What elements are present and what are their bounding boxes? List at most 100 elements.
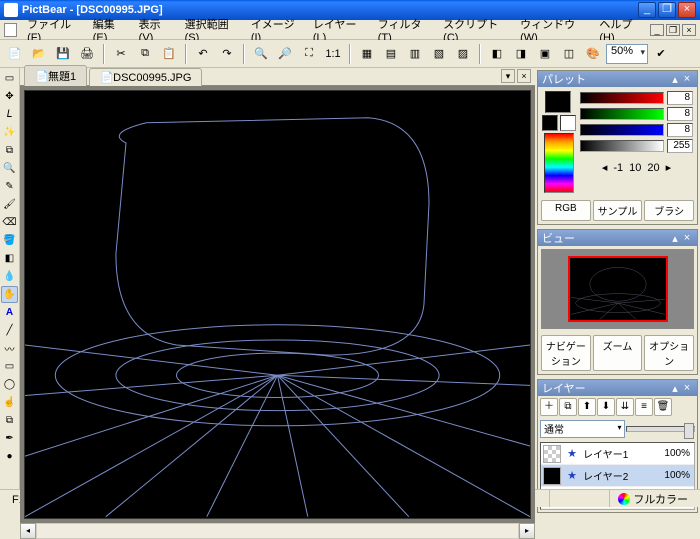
- panel-b-button[interactable]: ◨: [510, 43, 532, 65]
- fg-mini[interactable]: [542, 115, 558, 131]
- b-value[interactable]: 8: [667, 123, 693, 137]
- panel-a-button[interactable]: ◧: [486, 43, 508, 65]
- grid-e-button[interactable]: ▨: [452, 43, 474, 65]
- tool-wand[interactable]: ✨: [1, 124, 18, 141]
- opacity-slider[interactable]: [626, 426, 696, 432]
- grid-a-button[interactable]: ▦: [356, 43, 378, 65]
- tool-ellipse[interactable]: ◯: [1, 376, 18, 393]
- tool-rect[interactable]: ▭: [1, 358, 18, 375]
- close-button[interactable]: ×: [678, 2, 696, 18]
- g-slider[interactable]: [580, 108, 664, 120]
- new-button[interactable]: 📄: [4, 43, 26, 65]
- palette-tab-sample[interactable]: サンプル: [593, 200, 643, 221]
- save-button[interactable]: 💾: [52, 43, 74, 65]
- maximize-button[interactable]: ❐: [658, 2, 676, 18]
- tool-clone[interactable]: ⧉: [1, 412, 18, 429]
- r-value[interactable]: 8: [667, 91, 693, 105]
- navigator[interactable]: [541, 249, 694, 329]
- palette-min[interactable]: ▴: [669, 73, 681, 86]
- mdi-minimize[interactable]: _: [650, 24, 664, 36]
- layer-new[interactable]: ＋: [540, 398, 558, 416]
- layer-down[interactable]: ⬇: [597, 398, 615, 416]
- palette-tab-rgb[interactable]: RGB: [541, 200, 591, 221]
- tool-brush[interactable]: 🖌: [1, 196, 18, 213]
- zoomin-button[interactable]: 🔍: [250, 43, 272, 65]
- zoom-apply[interactable]: ✔: [650, 43, 672, 65]
- spectrum-picker[interactable]: [544, 133, 574, 193]
- layer-flat[interactable]: ≡: [635, 398, 653, 416]
- tabbar-close[interactable]: ×: [517, 69, 531, 83]
- tool-picker[interactable]: 💧: [1, 268, 18, 285]
- layer-dup[interactable]: ⧉: [559, 398, 577, 416]
- zoom-select[interactable]: 50%: [606, 44, 648, 64]
- view-close[interactable]: ×: [681, 232, 693, 244]
- tool-shape[interactable]: ●: [1, 448, 18, 465]
- canvas-area[interactable]: [20, 86, 535, 523]
- zoom100-button[interactable]: 1:1: [322, 43, 344, 65]
- mdi-restore[interactable]: ❐: [666, 24, 680, 36]
- undo-button[interactable]: ↶: [192, 43, 214, 65]
- scroll-right[interactable]: ▸: [519, 523, 535, 539]
- bg-mini[interactable]: [560, 115, 576, 131]
- cut-button[interactable]: ✂: [110, 43, 132, 65]
- layer-up[interactable]: ⬆: [578, 398, 596, 416]
- tool-smudge[interactable]: ☝: [1, 394, 18, 411]
- a-value[interactable]: 255: [667, 139, 693, 153]
- blend-mode[interactable]: 通常: [540, 420, 625, 438]
- tab-untitled[interactable]: 📄無題1: [24, 65, 87, 86]
- layers-min[interactable]: ▴: [669, 382, 681, 395]
- tool-marquee[interactable]: ▭: [1, 70, 18, 87]
- view-tab-zoom[interactable]: ズーム: [593, 335, 643, 371]
- b-slider[interactable]: [580, 124, 664, 136]
- panel-e-button[interactable]: 🎨: [582, 43, 604, 65]
- a-slider[interactable]: [580, 140, 664, 152]
- view-min[interactable]: ▴: [669, 232, 681, 245]
- layer-row[interactable]: ★ レイヤー2 100%: [541, 465, 694, 487]
- view-tab-opt[interactable]: オプション: [644, 335, 694, 371]
- tool-lasso[interactable]: 𝘓: [1, 106, 18, 123]
- tool-zoom[interactable]: 🔍: [1, 160, 18, 177]
- tool-fill[interactable]: 🪣: [1, 232, 18, 249]
- open-button[interactable]: 📂: [28, 43, 50, 65]
- view-tab-nav[interactable]: ナビゲーション: [541, 335, 591, 371]
- panel-d-button[interactable]: ◫: [558, 43, 580, 65]
- tool-move[interactable]: ✥: [1, 88, 18, 105]
- layer-del[interactable]: 🗑: [654, 398, 672, 416]
- copy-button[interactable]: ⧉: [134, 43, 156, 65]
- grid-d-button[interactable]: ▧: [428, 43, 450, 65]
- canvas[interactable]: [24, 90, 531, 519]
- g-value[interactable]: 8: [667, 107, 693, 121]
- scroll-track[interactable]: [36, 523, 519, 539]
- tool-text[interactable]: A: [1, 304, 18, 321]
- tool-path[interactable]: ✒: [1, 430, 18, 447]
- h-scrollbar[interactable]: ◂ ▸: [20, 523, 535, 539]
- visible-icon[interactable]: ★: [565, 447, 579, 460]
- tool-curve[interactable]: 〰: [1, 340, 18, 357]
- r-slider[interactable]: [580, 92, 664, 104]
- tool-line[interactable]: ╱: [1, 322, 18, 339]
- redo-button[interactable]: ↷: [216, 43, 238, 65]
- zoomout-button[interactable]: 🔎: [274, 43, 296, 65]
- tool-eraser[interactable]: ⌫: [1, 214, 18, 231]
- paste-button[interactable]: 📋: [158, 43, 180, 65]
- layers-close[interactable]: ×: [681, 382, 693, 394]
- grid-b-button[interactable]: ▤: [380, 43, 402, 65]
- panel-c-button[interactable]: ▣: [534, 43, 556, 65]
- tool-gradient[interactable]: ◧: [1, 250, 18, 267]
- visible-icon[interactable]: ★: [565, 469, 579, 482]
- tabbar-dropdown[interactable]: ▾: [501, 69, 515, 83]
- palette-tab-brush[interactable]: ブラシ: [644, 200, 694, 221]
- mdi-close[interactable]: ×: [682, 24, 696, 36]
- palette-close[interactable]: ×: [681, 73, 693, 85]
- grid-c-button[interactable]: ▥: [404, 43, 426, 65]
- print-button[interactable]: 🖨: [76, 43, 98, 65]
- tool-hand[interactable]: ✋: [1, 286, 18, 303]
- tool-pencil[interactable]: ✎: [1, 178, 18, 195]
- fg-swatch[interactable]: [545, 91, 571, 113]
- layer-row[interactable]: ★ レイヤー1 100%: [541, 443, 694, 465]
- tab-dsc[interactable]: 📄DSC00995.JPG: [89, 68, 202, 86]
- scroll-left[interactable]: ◂: [20, 523, 36, 539]
- zoomfit-button[interactable]: ⛶: [298, 43, 320, 65]
- tool-crop[interactable]: ⧉: [1, 142, 18, 159]
- layer-merge[interactable]: ⇊: [616, 398, 634, 416]
